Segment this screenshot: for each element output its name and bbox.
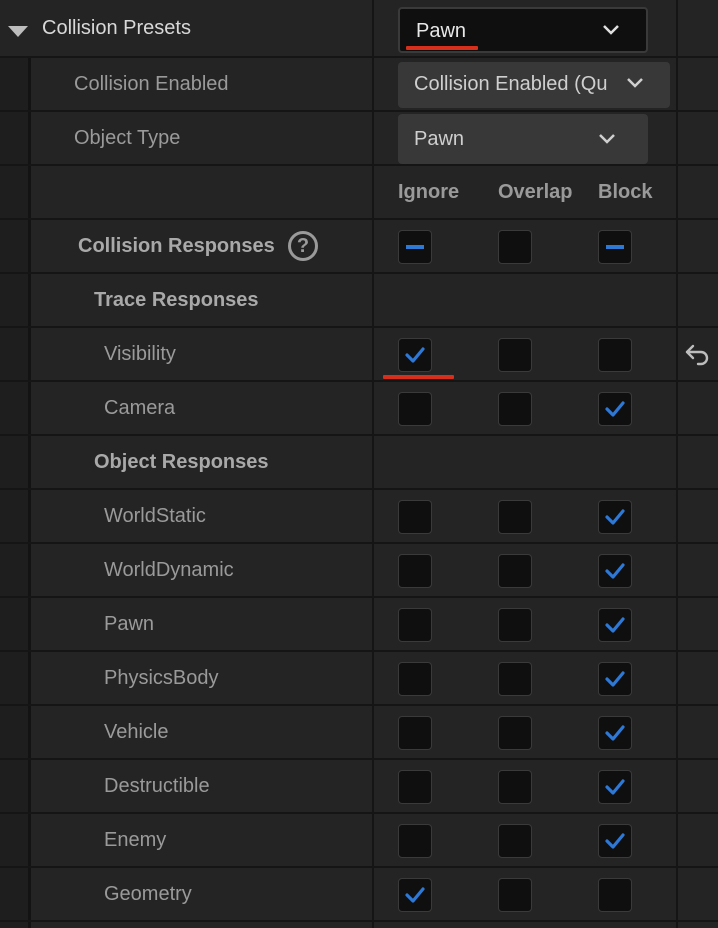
channel-label: Vehicle xyxy=(104,721,169,743)
channel-ignore-checkbox[interactable] xyxy=(398,554,432,588)
channel-ignore-checkbox[interactable] xyxy=(398,770,432,804)
value-extra-divider xyxy=(676,0,678,928)
collision-responses-ignore-checkbox[interactable] xyxy=(398,230,432,264)
expand-arrow-icon[interactable] xyxy=(8,26,28,37)
collision-responses-overlap-checkbox[interactable] xyxy=(498,230,532,264)
channel-overlap-checkbox[interactable] xyxy=(498,338,532,372)
channel-overlap-checkbox[interactable] xyxy=(498,716,532,750)
channel-label: WorldDynamic xyxy=(104,559,234,581)
chevron-down-icon xyxy=(603,25,619,35)
collision-enabled-value: Collision Enabled (Qu xyxy=(414,73,608,95)
row-collision-enabled: Collision Enabled Collision Enabled (Qu xyxy=(0,58,718,112)
channel-block-checkbox[interactable] xyxy=(598,392,632,426)
object-type-label: Object Type xyxy=(74,127,181,149)
column-header-ignore: Ignore xyxy=(398,181,460,203)
channel-ignore-checkbox[interactable] xyxy=(398,608,432,642)
channel-row: Geometry xyxy=(0,868,718,922)
row-collision-presets: Collision Presets Pawn xyxy=(0,2,718,58)
row-object-type: Object Type Pawn xyxy=(0,112,718,166)
reset-arrow-icon[interactable] xyxy=(684,342,710,366)
channel-label: Destructible xyxy=(104,775,210,797)
partial-minus-icon xyxy=(606,245,624,249)
channel-row: PhysicsBody xyxy=(0,652,718,706)
collision-details-panel: Collision Presets Pawn Collision Enabled… xyxy=(0,0,718,928)
channel-overlap-checkbox[interactable] xyxy=(498,878,532,912)
collision-enabled-label: Collision Enabled xyxy=(74,73,229,95)
chevron-down-icon xyxy=(599,134,615,144)
collision-presets-name[interactable]: Collision Presets xyxy=(0,2,372,54)
check-icon xyxy=(605,617,625,633)
channel-overlap-checkbox[interactable] xyxy=(498,392,532,426)
channel-row: Destructible xyxy=(0,760,718,814)
channel-overlap-checkbox[interactable] xyxy=(498,554,532,588)
visibility-highlight-underline xyxy=(383,375,454,379)
channel-block-checkbox[interactable] xyxy=(598,716,632,750)
channel-ignore-checkbox[interactable] xyxy=(398,500,432,534)
column-header-overlap: Overlap xyxy=(498,181,573,203)
chevron-down-icon xyxy=(627,78,643,88)
channel-overlap-checkbox[interactable] xyxy=(498,608,532,642)
channel-block-checkbox[interactable] xyxy=(598,662,632,696)
channel-label: Camera xyxy=(104,397,176,419)
channel-overlap-checkbox[interactable] xyxy=(498,824,532,858)
channel-block-checkbox[interactable] xyxy=(598,824,632,858)
object-type-value: Pawn xyxy=(414,128,465,150)
collision-presets-label: Collision Presets xyxy=(42,17,191,39)
channel-label: Geometry xyxy=(104,883,192,905)
channel-ignore-checkbox[interactable] xyxy=(398,716,432,750)
channel-ignore-checkbox[interactable] xyxy=(398,338,432,372)
check-icon xyxy=(405,887,425,903)
check-icon xyxy=(605,401,625,417)
partial-minus-icon xyxy=(406,245,424,249)
check-icon xyxy=(605,671,625,687)
channel-row: Visibility xyxy=(0,328,718,382)
channel-ignore-checkbox[interactable] xyxy=(398,392,432,426)
channel-ignore-checkbox[interactable] xyxy=(398,878,432,912)
channel-row: WorldDynamic xyxy=(0,544,718,598)
channel-label: WorldStatic xyxy=(104,505,206,527)
check-icon xyxy=(605,725,625,741)
check-icon xyxy=(605,779,625,795)
row-object-responses: Object Responses xyxy=(0,436,718,490)
channel-block-checkbox[interactable] xyxy=(598,608,632,642)
row-trace-responses: Trace Responses xyxy=(0,274,718,328)
row-column-headers: Ignore Overlap Block xyxy=(0,166,718,220)
channel-label: Pawn xyxy=(104,613,155,635)
channel-block-checkbox[interactable] xyxy=(598,878,632,912)
row-collision-responses: Collision Responses ? xyxy=(0,220,718,274)
object-type-combo[interactable]: Pawn xyxy=(398,114,648,164)
channel-row: WorldStatic xyxy=(0,490,718,544)
check-icon xyxy=(605,563,625,579)
channel-row: Pawn xyxy=(0,598,718,652)
check-icon xyxy=(605,509,625,525)
channel-block-checkbox[interactable] xyxy=(598,554,632,588)
channel-label: PhysicsBody xyxy=(104,667,219,689)
channel-overlap-checkbox[interactable] xyxy=(498,770,532,804)
channel-label: Visibility xyxy=(104,343,176,365)
check-icon xyxy=(405,347,425,363)
check-icon xyxy=(605,833,625,849)
channel-overlap-checkbox[interactable] xyxy=(498,500,532,534)
channel-block-checkbox[interactable] xyxy=(598,770,632,804)
channel-block-checkbox[interactable] xyxy=(598,500,632,534)
channel-overlap-checkbox[interactable] xyxy=(498,662,532,696)
help-icon[interactable]: ? xyxy=(288,231,318,261)
preset-highlight-underline xyxy=(406,46,478,50)
channel-ignore-checkbox[interactable] xyxy=(398,824,432,858)
channel-ignore-checkbox[interactable] xyxy=(398,662,432,696)
column-header-block: Block xyxy=(598,181,653,203)
channel-row: Enemy xyxy=(0,814,718,868)
trace-responses-label: Trace Responses xyxy=(94,289,259,311)
object-responses-label: Object Responses xyxy=(94,451,269,473)
channel-row: Vehicle xyxy=(0,706,718,760)
collision-responses-block-checkbox[interactable] xyxy=(598,230,632,264)
channel-block-checkbox[interactable] xyxy=(598,338,632,372)
channel-label: Enemy xyxy=(104,829,167,851)
collision-enabled-combo[interactable]: Collision Enabled (Qu xyxy=(398,62,670,108)
collision-responses-label: Collision Responses xyxy=(78,235,275,257)
channel-row: Camera xyxy=(0,382,718,436)
name-value-divider xyxy=(372,0,374,928)
